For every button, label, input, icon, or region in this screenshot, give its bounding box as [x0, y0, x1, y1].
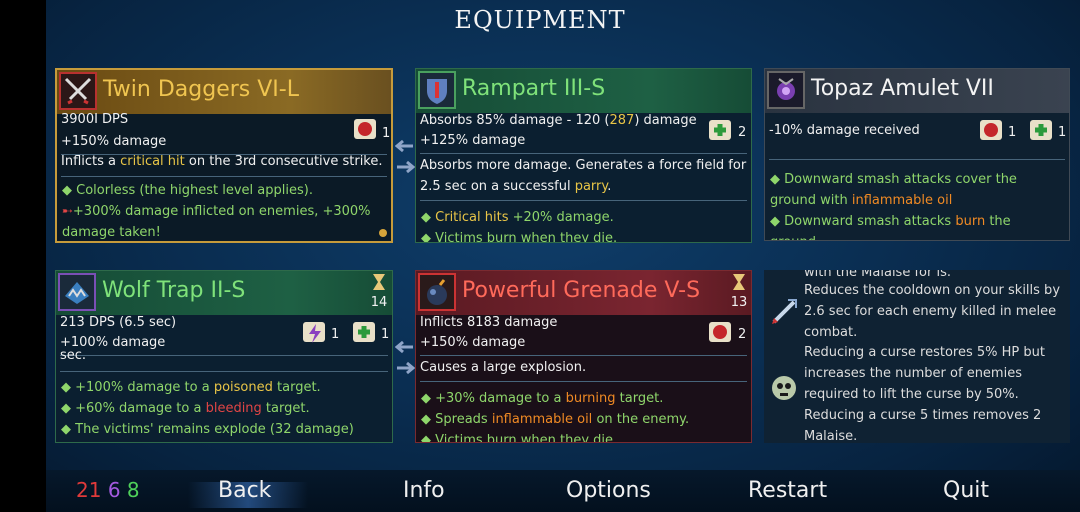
item-card-topaz-amulet[interactable]: Topaz Amulet VII -10% damage received 1 …	[764, 68, 1070, 241]
item-card-rampart[interactable]: Rampart III-S Absorbs 85% damage - 120 (…	[415, 68, 752, 243]
hourglass-icon	[730, 273, 748, 295]
item-damage: +125% damage	[420, 133, 526, 148]
divider	[61, 176, 387, 177]
item-damage: +150% damage	[61, 134, 167, 149]
scroll-count: 1	[1008, 125, 1017, 140]
cooldown-value: 14	[370, 295, 388, 310]
brutality-count: 21	[76, 478, 102, 502]
restart-button[interactable]: Restart	[748, 478, 827, 503]
link-arrow-icon	[395, 340, 413, 354]
skull-mutation-icon	[768, 372, 800, 404]
scroll-count: 1	[381, 327, 390, 342]
wolf-trap-icon	[58, 273, 96, 311]
amulet-icon	[767, 71, 805, 109]
shield-icon	[418, 71, 456, 109]
mutation-text: Reducing a curse restores 5% HP but incr…	[804, 345, 1045, 443]
quit-button[interactable]: Quit	[943, 478, 989, 503]
survival-scroll-icon	[1027, 117, 1055, 145]
info-button[interactable]: Info	[403, 478, 445, 503]
item-affixes: ◆ Downward smash attacks cover the groun…	[770, 172, 1017, 240]
left-edge	[0, 0, 46, 512]
item-name: Powerful Grenade V-S	[462, 278, 701, 303]
cooldown-value: 13	[730, 295, 748, 310]
divider	[420, 355, 747, 356]
divider	[769, 159, 1065, 160]
brutality-scroll-icon	[351, 116, 379, 144]
grenade-icon	[418, 273, 456, 311]
equipment-screen: EQUIPMENT Twin Daggers VI-L 3900Ι DPS +1…	[0, 0, 1080, 512]
survival-count: 8	[126, 478, 140, 502]
mutation-text: Reduces the cooldown on your skills by 2…	[804, 283, 1061, 340]
scroll-count: 2	[738, 327, 747, 342]
item-card-powerful-grenade[interactable]: Powerful Grenade V-S 13 Inflicts 8183 da…	[415, 270, 752, 443]
scroll-count: 1	[382, 126, 391, 141]
scroll-count: 1	[331, 327, 340, 342]
cooldown-mutation-icon	[768, 296, 800, 328]
scroll-count: 1	[1058, 125, 1067, 140]
item-dps: 3900Ι DPS	[61, 112, 129, 127]
divider	[60, 371, 388, 372]
item-card-wolf-trap[interactable]: Wolf Trap II-S 14 213 DPS (6.5 sec) +100…	[55, 270, 393, 443]
scroll-stats: 21 6 8	[76, 478, 140, 502]
tactics-count: 6	[107, 478, 121, 502]
back-button[interactable]: Back	[218, 478, 271, 503]
cursed-icon: ➸	[62, 204, 73, 219]
item-description: sec.	[60, 348, 87, 359]
brutality-scroll-icon	[977, 117, 1005, 145]
item-name: Wolf Trap II-S	[102, 278, 246, 303]
bullet-icon: ◆	[62, 183, 72, 198]
item-affixes: ◆ Colorless (the highest level applies).…	[62, 183, 371, 240]
item-name: Twin Daggers VI-L	[103, 77, 299, 102]
page-title: EQUIPMENT	[454, 6, 626, 34]
mutations-panel[interactable]: with the Malaise for is. Reduces the coo…	[764, 270, 1070, 443]
link-arrow-icon	[395, 139, 413, 153]
item-card-twin-daggers[interactable]: Twin Daggers VI-L 3900Ι DPS +150% damage…	[55, 68, 393, 243]
divider	[420, 153, 747, 154]
divider	[420, 381, 747, 382]
item-name: Topaz Amulet VII	[811, 76, 994, 101]
item-stat: Inflicts 8183 damage	[420, 315, 558, 330]
survival-scroll-icon	[706, 117, 734, 145]
item-description: Absorbs more damage. Generates a force f…	[420, 158, 747, 194]
item-stat: -10% damage received	[769, 123, 920, 138]
options-button[interactable]: Options	[566, 478, 651, 503]
brutality-scroll-icon	[706, 319, 734, 347]
item-affixes: ◆ Critical hits +20% damage. ◆ Victims b…	[421, 210, 618, 243]
item-damage: +150% damage	[420, 335, 526, 350]
link-arrow-icon	[397, 361, 415, 375]
tactics-scroll-icon	[300, 319, 328, 347]
scroll-count: 2	[738, 125, 747, 140]
item-description: Inflicts a critical hit on the 3rd conse…	[61, 154, 383, 169]
divider	[420, 200, 747, 201]
item-affixes: ◆ +30% damage to a burning target. ◆ Spr…	[421, 391, 690, 443]
item-name: Rampart III-S	[462, 76, 606, 101]
item-absorb: Absorbs 85% damage - 120 (287) damage	[420, 113, 697, 128]
link-arrow-icon	[397, 160, 415, 174]
item-affixes: ◆ +100% damage to a poisoned target. ◆ +…	[61, 380, 354, 437]
ornament-icon	[379, 229, 387, 237]
item-dps: 213 DPS (6.5 sec)	[60, 315, 177, 330]
twin-daggers-icon	[59, 72, 97, 110]
survival-scroll-icon	[350, 319, 378, 347]
item-description: Causes a large explosion.	[420, 360, 587, 375]
hourglass-icon	[370, 273, 388, 295]
